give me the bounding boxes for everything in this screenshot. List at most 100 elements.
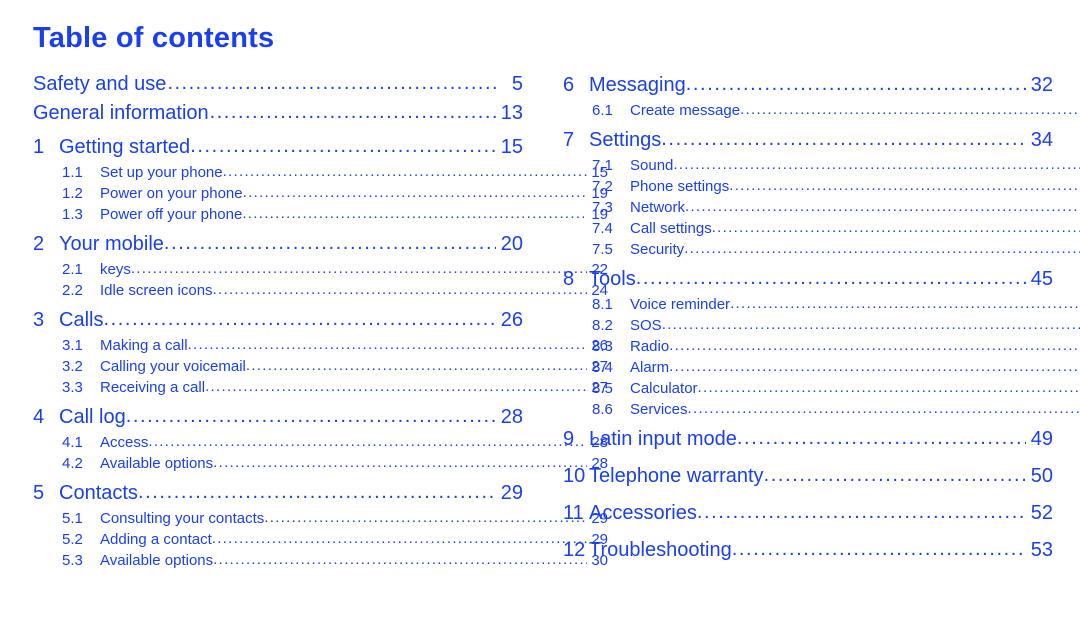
dot-leader: [131, 258, 587, 279]
toc-entry-subsection[interactable]: 1.1Set up your phone15: [33, 162, 608, 183]
toc-entry-subsection[interactable]: 4.1Access28: [33, 432, 608, 453]
toc-entry-chapter[interactable]: 7 Settings 34: [563, 125, 1053, 155]
dot-leader: [205, 376, 587, 397]
toc-entry-number: 1: [33, 136, 45, 158]
dot-leader: [242, 203, 587, 224]
toc-column-left: Safety and use 5 General information 13 1 Get…: [33, 70, 608, 575]
toc-entry-number: 8.3: [592, 338, 613, 355]
toc-entry-number: 7.2: [592, 178, 613, 195]
toc-entry-subsection[interactable]: 7.4 Call settings: [563, 218, 1080, 239]
dot-leader: [246, 355, 587, 376]
toc-entry-label: Safety and use: [33, 73, 167, 95]
toc-entry-page-number: 52: [1030, 502, 1053, 524]
toc-entry-chapter[interactable]: 12Troubleshooting 53: [563, 535, 1053, 565]
dot-leader: [164, 228, 496, 258]
toc-entry-chapter[interactable]: 9 Latin input mode 49: [563, 424, 1053, 454]
toc-entry-subsection[interactable]: 5.3Available options30: [33, 550, 608, 571]
toc-entry-page-number: 5: [511, 73, 523, 95]
toc-entry-chapter[interactable]: 3 Calls 26: [33, 305, 523, 335]
toc-entry-number: 8.2: [592, 317, 613, 334]
dot-leader: [730, 293, 1080, 314]
toc-entry-page-number: 34: [1030, 129, 1053, 151]
toc-entry-label: Idle screen icons: [100, 282, 213, 299]
dot-leader: [213, 549, 587, 570]
toc-entry-subsection[interactable]: 8.4 Alarm: [563, 357, 1080, 378]
toc-entry-label: Call settings: [630, 220, 712, 237]
toc-entry-label: Contacts: [59, 482, 138, 504]
dot-leader: [126, 401, 496, 431]
toc-entry-subsection[interactable]: 8.2 SOS: [563, 315, 1080, 336]
toc-entry-chapter[interactable]: 1 Getting started 15: [33, 132, 523, 162]
toc-entry-subsection[interactable]: 7.5 Security: [563, 239, 1080, 260]
toc-entry-label: Power off your phone: [100, 206, 243, 223]
dot-leader: [148, 431, 587, 452]
toc-entry-number: 1.3: [62, 206, 83, 223]
toc-entry-number: 5: [33, 482, 45, 504]
toc-entry-subsection[interactable]: 8.1 Voice reminder: [563, 294, 1080, 315]
toc-entry-number: 7.3: [592, 199, 613, 216]
toc-entry-label: Latin input mode: [589, 428, 737, 450]
toc-entry-number: 3.3: [62, 379, 83, 396]
toc-entry-subsection[interactable]: 7.3 Network: [563, 197, 1080, 218]
toc-entry-chapter[interactable]: 5 Contacts 29: [33, 478, 523, 508]
toc-entry-chapter[interactable]: 6 Messaging 32: [563, 70, 1053, 100]
toc-entry-frontmatter[interactable]: Safety and use 5: [33, 70, 523, 99]
toc-entry-frontmatter[interactable]: General information 13: [33, 99, 523, 128]
toc-entry-chapter[interactable]: 2 Your mobile 20: [33, 229, 523, 259]
toc-entry-subsection[interactable]: 8.6 Services: [563, 399, 1080, 420]
toc-entry-chapter[interactable]: 10Telephone warranty 50: [563, 461, 1053, 491]
toc-entry-label: Messaging: [589, 74, 686, 96]
toc-entry-number: 9: [563, 428, 575, 450]
toc-entry-chapter[interactable]: 11Accessories 52: [563, 498, 1053, 528]
toc-entry-number: 1.2: [62, 185, 83, 202]
dot-leader: [243, 182, 587, 203]
toc-entry-label: General information: [33, 102, 209, 124]
toc-entry-number: 8.5: [592, 380, 613, 397]
toc-entry-chapter[interactable]: 8 Tools 45: [563, 264, 1053, 294]
toc-entry-number: 6: [563, 74, 575, 96]
toc-entry-subsection[interactable]: 5.1Consulting your contacts29: [33, 508, 608, 529]
toc-entry-page-number: 32: [1030, 74, 1053, 96]
toc-entry-subsection[interactable]: 3.3Receiving a call27: [33, 377, 608, 398]
toc-entry-chapter[interactable]: 4 Call log 28: [33, 402, 523, 432]
toc-entry-subsection[interactable]: 3.2Calling your voicemail27: [33, 356, 608, 377]
table-of-contents-page: Table of contents Safety and use 5 General…: [0, 0, 1080, 629]
toc-entry-subsection[interactable]: 2.1keys22: [33, 259, 608, 280]
toc-entry-label: Receiving a call: [100, 379, 206, 396]
toc-entry-page-number: 20: [500, 233, 523, 255]
toc-entry-label: Create message: [630, 102, 741, 119]
toc-entry-subsection[interactable]: 7.1 Sound: [563, 155, 1080, 176]
toc-entry-number: 8.1: [592, 296, 613, 313]
toc-entry-subsection[interactable]: 8.5 Calculator: [563, 378, 1080, 399]
toc-entry-subsection[interactable]: 6.1 Create message: [563, 100, 1080, 121]
dot-leader: [103, 304, 496, 334]
toc-entry-number: 4: [33, 406, 45, 428]
dot-leader: [684, 238, 1080, 259]
toc-entry-subsection[interactable]: 4.2Available options28: [33, 453, 608, 474]
toc-entry-label: Settings: [589, 129, 662, 151]
toc-entry-subsection[interactable]: 2.2Idle screen icons24: [33, 280, 608, 301]
dot-leader: [662, 314, 1080, 335]
toc-entry-label: Voice reminder: [630, 296, 731, 313]
dot-leader: [688, 398, 1080, 419]
dot-leader: [669, 356, 1080, 377]
toc-entry-subsection[interactable]: 5.2Adding a contact29: [33, 529, 608, 550]
toc-entry-number: 3.1: [62, 337, 83, 354]
toc-entry-subsection[interactable]: 1.3Power off your phone19: [33, 204, 608, 225]
dot-leader: [685, 196, 1080, 217]
toc-entry-subsection[interactable]: 7.2 Phone settings: [563, 176, 1080, 197]
toc-entry-number: 1.1: [62, 164, 83, 181]
toc-entry-subsection[interactable]: 8.3 Radio: [563, 336, 1080, 357]
toc-entry-number: 7.5: [592, 241, 613, 258]
toc-entry-label: Calculator: [630, 380, 698, 397]
page-title: Table of contents: [33, 22, 275, 54]
toc-entry-label: Adding a contact: [100, 531, 212, 548]
toc-entry-number: 7.4: [592, 220, 613, 237]
toc-entry-label: Phone settings: [630, 178, 730, 195]
toc-entry-label: Available options: [100, 552, 214, 569]
toc-entry-subsection[interactable]: 1.2Power on your phone19: [33, 183, 608, 204]
toc-entry-label: Your mobile: [59, 233, 164, 255]
toc-entry-subsection[interactable]: 3.1Making a call26: [33, 335, 608, 356]
